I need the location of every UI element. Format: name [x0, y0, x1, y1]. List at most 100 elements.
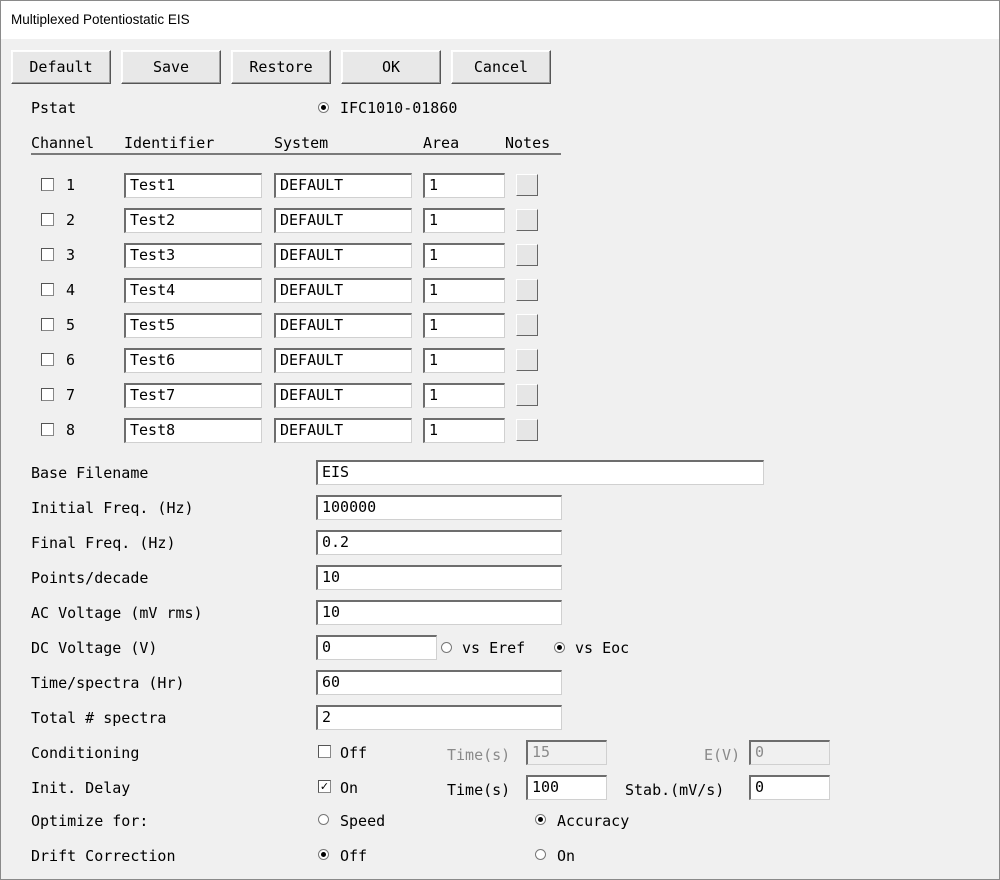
notes-button[interactable]	[516, 209, 538, 231]
area-field[interactable]: 1	[423, 348, 505, 373]
system-field[interactable]: DEFAULT	[274, 348, 412, 373]
total-spectra-field[interactable]: 2	[316, 705, 562, 730]
final-freq-field[interactable]: 0.2	[316, 530, 562, 555]
notes-header: Notes	[505, 134, 551, 152]
channel-checkbox[interactable]	[41, 388, 54, 401]
identifier-field[interactable]: Test8	[124, 418, 262, 443]
drift-label: Drift Correction	[31, 847, 176, 865]
channel-number: 7	[66, 386, 76, 404]
channel-number: 5	[66, 316, 76, 334]
dc-voltage-field[interactable]: 0	[316, 635, 437, 660]
area-field[interactable]: 1	[423, 173, 505, 198]
drift-off-radio[interactable]	[318, 849, 329, 860]
cancel-button[interactable]: Cancel	[451, 50, 551, 84]
identifier-field[interactable]: Test5	[124, 313, 262, 338]
notes-button[interactable]	[516, 244, 538, 266]
title-bar: Multiplexed Potentiostatic EIS	[0, 0, 1000, 39]
channel-header: Channel	[31, 134, 95, 152]
identifier-field[interactable]: Test2	[124, 208, 262, 233]
initial-freq-label: Initial Freq. (Hz)	[31, 499, 194, 517]
channel-checkbox[interactable]	[41, 353, 54, 366]
channel-number: 8	[66, 421, 76, 439]
speed-label: Speed	[340, 812, 386, 830]
init-delay-label: Init. Delay	[31, 779, 131, 797]
system-field[interactable]: DEFAULT	[274, 208, 412, 233]
channel-checkbox[interactable]	[41, 283, 54, 296]
conditioning-off-label: Off	[340, 744, 368, 762]
ok-button[interactable]: OK	[341, 50, 441, 84]
stab-field[interactable]: 0	[749, 775, 830, 800]
identifier-field[interactable]: Test3	[124, 243, 262, 268]
channel-checkbox[interactable]	[41, 213, 54, 226]
final-freq-label: Final Freq. (Hz)	[31, 534, 176, 552]
system-field[interactable]: DEFAULT	[274, 278, 412, 303]
identifier-field[interactable]: Test6	[124, 348, 262, 373]
pstat-radio[interactable]	[318, 102, 329, 113]
area-field[interactable]: 1	[423, 418, 505, 443]
channel-number: 2	[66, 211, 76, 229]
notes-button[interactable]	[516, 349, 538, 371]
area-field[interactable]: 1	[423, 383, 505, 408]
area-field[interactable]: 1	[423, 208, 505, 233]
init-delay-on-label: On	[340, 779, 359, 797]
identifier-field[interactable]: Test7	[124, 383, 262, 408]
dc-voltage-label: DC Voltage (V)	[31, 639, 158, 657]
init-delay-time-field[interactable]: 100	[526, 775, 607, 800]
notes-button[interactable]	[516, 279, 538, 301]
vs-eoc-radio[interactable]	[554, 642, 565, 653]
drift-on-label: On	[557, 847, 576, 865]
conditioning-time-field[interactable]: 15	[526, 740, 607, 765]
default-button[interactable]: Default	[11, 50, 111, 84]
channel-checkbox[interactable]	[41, 178, 54, 191]
channel-checkbox[interactable]	[41, 318, 54, 331]
system-field[interactable]: DEFAULT	[274, 243, 412, 268]
time-spectra-field[interactable]: 60	[316, 670, 562, 695]
ac-voltage-field[interactable]: 10	[316, 600, 562, 625]
initial-freq-field[interactable]: 100000	[316, 495, 562, 520]
vs-eref-label: vs Eref	[462, 639, 526, 657]
area-header: Area	[423, 134, 460, 152]
channel-checkbox[interactable]	[41, 423, 54, 436]
conditioning-time-label: Time(s)	[447, 746, 511, 764]
notes-button[interactable]	[516, 314, 538, 336]
total-spectra-label: Total # spectra	[31, 709, 167, 727]
drift-on-radio[interactable]	[535, 849, 546, 860]
channel-number: 4	[66, 281, 76, 299]
header-divider	[31, 153, 561, 155]
init-delay-checkbox[interactable]: ✓	[318, 780, 331, 793]
speed-radio[interactable]	[318, 814, 329, 825]
area-field[interactable]: 1	[423, 278, 505, 303]
area-field[interactable]: 1	[423, 243, 505, 268]
conditioning-checkbox[interactable]	[318, 745, 331, 758]
identifier-field[interactable]: Test1	[124, 173, 262, 198]
system-field[interactable]: DEFAULT	[274, 383, 412, 408]
points-decade-field[interactable]: 10	[316, 565, 562, 590]
notes-button[interactable]	[516, 174, 538, 196]
vs-eref-radio[interactable]	[441, 642, 452, 653]
optimize-label: Optimize for:	[31, 812, 149, 830]
window-title: Multiplexed Potentiostatic EIS	[11, 12, 190, 27]
base-filename-field[interactable]: EIS	[316, 460, 764, 485]
area-field[interactable]: 1	[423, 313, 505, 338]
pstat-label: Pstat	[31, 99, 77, 117]
time-spectra-label: Time/spectra (Hr)	[31, 674, 185, 692]
system-field[interactable]: DEFAULT	[274, 173, 412, 198]
identifier-field[interactable]: Test4	[124, 278, 262, 303]
channel-number: 1	[66, 176, 76, 194]
save-button[interactable]: Save	[121, 50, 221, 84]
ac-voltage-label: AC Voltage (mV rms)	[31, 604, 203, 622]
channel-number: 6	[66, 351, 76, 369]
channel-checkbox[interactable]	[41, 248, 54, 261]
system-field[interactable]: DEFAULT	[274, 313, 412, 338]
channel-number: 3	[66, 246, 76, 264]
points-decade-label: Points/decade	[31, 569, 149, 587]
system-field[interactable]: DEFAULT	[274, 418, 412, 443]
accuracy-radio[interactable]	[535, 814, 546, 825]
conditioning-e-field[interactable]: 0	[749, 740, 830, 765]
notes-button[interactable]	[516, 419, 538, 441]
notes-button[interactable]	[516, 384, 538, 406]
identifier-header: Identifier	[124, 134, 215, 152]
restore-button[interactable]: Restore	[231, 50, 331, 84]
conditioning-label: Conditioning	[31, 744, 140, 762]
vs-eoc-label: vs Eoc	[575, 639, 630, 657]
